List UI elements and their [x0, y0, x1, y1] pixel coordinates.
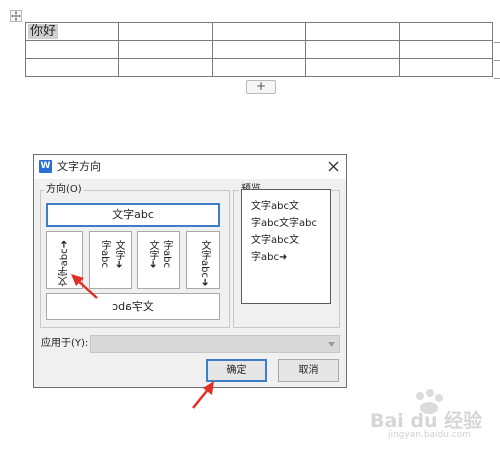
- annotation-arrows: [71, 274, 214, 409]
- baidu-watermark: Bai du 经验 jingyan.baidu.com: [370, 388, 495, 443]
- watermark-text: Bai du 经验: [370, 410, 483, 432]
- arrow-icon: [192, 381, 214, 409]
- arrow-icon: [71, 274, 98, 299]
- watermark-url: jingyan.baidu.com: [388, 430, 472, 440]
